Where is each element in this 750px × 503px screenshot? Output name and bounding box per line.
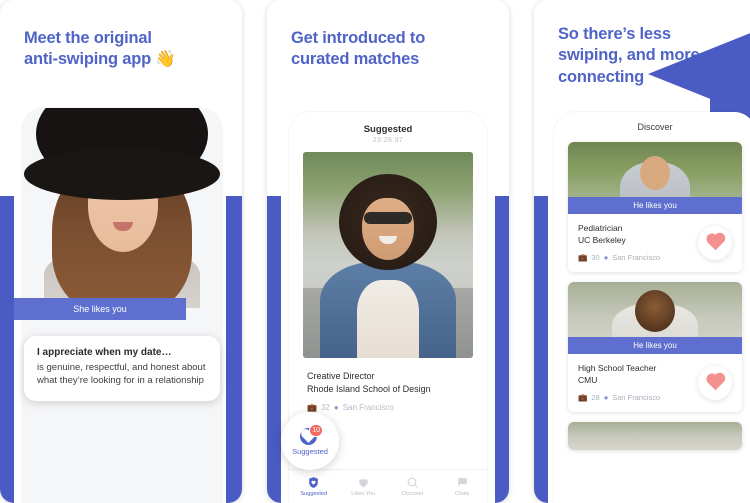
map-pin-icon: ● xyxy=(333,403,339,413)
list-item-age: 30 xyxy=(591,252,600,262)
feature-card-1: Meet the original anti-swiping app 👋 Hei… xyxy=(0,0,242,503)
photo-face-2 xyxy=(362,198,414,260)
tab-discover[interactable]: Discover xyxy=(388,476,438,497)
app-store-screenshot-gallery: Meet the original anti-swiping app 👋 Hei… xyxy=(0,0,750,503)
like-button[interactable] xyxy=(698,365,732,400)
card-1-headline-line-1: Meet the original xyxy=(24,29,152,47)
list-item-location: San Francisco xyxy=(612,392,661,402)
search-icon xyxy=(407,477,419,488)
profile-job-title: Creative Director xyxy=(307,371,375,381)
tab-chats[interactable]: Chats xyxy=(438,476,488,497)
phone-mockup-3: Discover He likes you Pediatrician UC Be… xyxy=(554,112,750,503)
tab-suggested[interactable]: Suggested xyxy=(289,476,339,497)
discover-list: He likes you Pediatrician UC Berkeley 💼 … xyxy=(554,142,750,450)
tab-label-suggested: Suggested xyxy=(300,491,328,497)
screen-title-suggested: Suggested xyxy=(363,124,413,135)
countdown-timer: 23:26:37 xyxy=(372,137,404,144)
accent-band-left-3 xyxy=(534,196,548,503)
bottom-tab-bar: Suggested Likes You Discover Chats xyxy=(289,469,487,503)
heart-shield-icon xyxy=(309,477,319,488)
heart-icon xyxy=(707,235,723,251)
map-pin-icon: ● xyxy=(603,252,609,262)
briefcase-icon: 💼 xyxy=(307,403,317,413)
fab-label: Suggested xyxy=(292,446,328,456)
list-item-photo: He likes you xyxy=(568,142,742,214)
notification-badge: 10 xyxy=(309,423,323,437)
prompt-question: I appreciate when my date… xyxy=(37,347,172,358)
card-1-headline-line-2: anti-swiping app 👋 xyxy=(24,50,176,69)
feature-card-3: So there’s less swiping, and more connec… xyxy=(534,0,750,503)
sunglasses-icon xyxy=(364,212,412,224)
suggested-screen-header: Suggested 23:26:37 xyxy=(289,112,487,152)
map-pin-icon: ● xyxy=(603,392,609,402)
tab-label-discover: Discover xyxy=(401,491,424,497)
prompt-answer-card: I appreciate when my date… is genuine, r… xyxy=(24,336,220,401)
profile-school: Rhode Island School of Design xyxy=(307,384,431,395)
photo-hat-brim xyxy=(24,148,220,200)
card-2-headline: Get introduced to curated matches xyxy=(267,0,509,71)
tab-label-chats: Chats xyxy=(454,491,470,497)
he-likes-you-banner: He likes you xyxy=(568,197,742,214)
likes-you-banner-1: She likes you xyxy=(14,298,186,320)
photo-top xyxy=(357,280,419,358)
briefcase-icon: 💼 xyxy=(578,252,588,262)
photo-mouth xyxy=(113,222,133,231)
profile-location: San Francisco xyxy=(342,403,394,413)
list-item-age: 28 xyxy=(591,392,600,402)
suggested-floating-button[interactable]: 10 Suggested xyxy=(281,412,339,470)
list-item-photo: He likes you xyxy=(568,281,742,354)
list-item[interactable]: He likes you High School Teacher CMU 💼 2… xyxy=(568,281,742,412)
profile-photo-1 xyxy=(22,108,222,308)
list-item-photo xyxy=(568,421,742,450)
like-button[interactable] xyxy=(698,225,732,260)
heart-icon xyxy=(358,479,368,488)
card-2-headline-line-1: Get introduced to xyxy=(291,29,426,47)
profile-meta-row: 💼 32 ● San Francisco xyxy=(307,403,487,412)
heart-icon xyxy=(707,374,723,391)
heart-circle-icon: 10 xyxy=(300,423,323,445)
photo-head xyxy=(635,289,675,332)
accent-band-right xyxy=(226,196,242,503)
briefcase-icon: 💼 xyxy=(578,392,588,402)
tab-label-likes-you: Likes You xyxy=(351,491,376,497)
tab-likes-you[interactable]: Likes You xyxy=(339,476,389,497)
list-item-body: High School Teacher CMU 💼 28 ● San Franc… xyxy=(568,354,742,412)
feature-card-2: Get introduced to curated matches Sugges… xyxy=(267,0,509,503)
accent-band-right-2 xyxy=(495,196,509,503)
list-item-partial[interactable] xyxy=(568,421,742,450)
photo-head xyxy=(640,156,670,190)
prompt-answer: is genuine, respectful, and honest about… xyxy=(37,362,206,387)
profile-age: 32 xyxy=(320,403,330,413)
chat-icon xyxy=(457,478,467,487)
accent-band-left xyxy=(0,196,14,503)
list-item[interactable]: He likes you Pediatrician UC Berkeley 💼 … xyxy=(568,142,742,272)
suggested-profile-info: Creative Director Rhode Island School of… xyxy=(289,358,487,412)
he-likes-you-banner: He likes you xyxy=(568,336,742,354)
list-item-location: San Francisco xyxy=(612,252,661,262)
card-2-headline-line-2: curated matches xyxy=(291,50,420,69)
card-1-headline: Meet the original anti-swiping app 👋 xyxy=(0,0,242,71)
accent-band-left-2 xyxy=(267,196,281,503)
suggested-profile-photo xyxy=(303,152,473,358)
screen-title-discover: Discover xyxy=(554,112,750,142)
list-item-body: Pediatrician UC Berkeley 💼 30 ● San Fran… xyxy=(568,214,742,272)
